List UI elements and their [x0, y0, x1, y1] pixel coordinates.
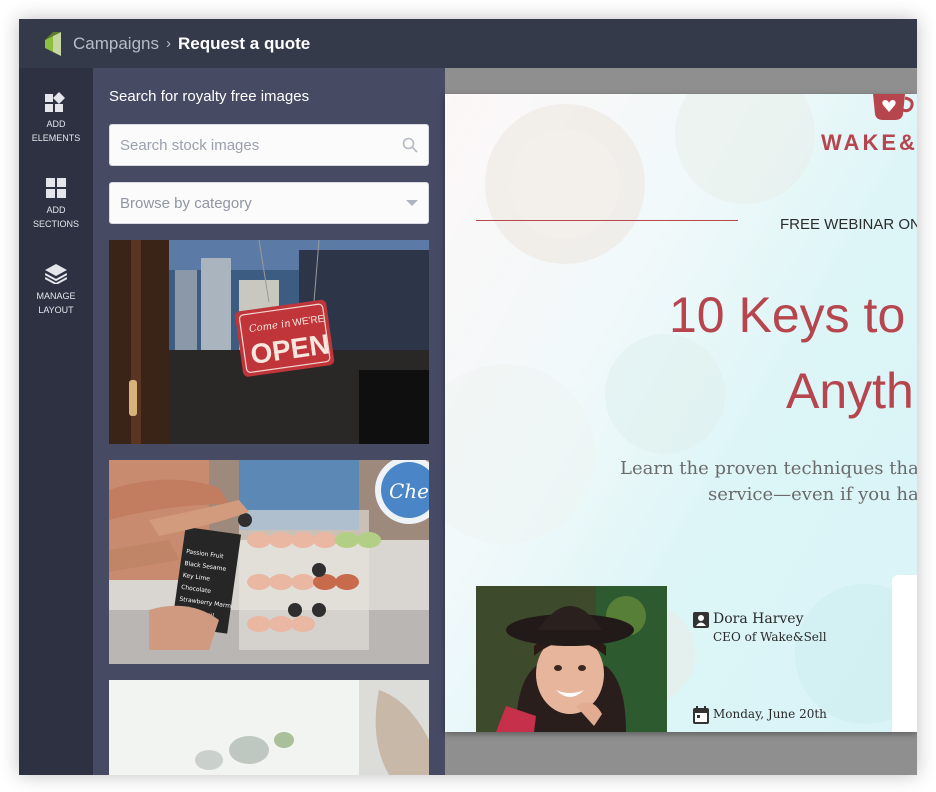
webinar-eyebrow: FREE WEBINAR ON	[780, 216, 917, 233]
layers-icon	[45, 264, 67, 284]
headline-line-1: 10 Keys to	[669, 287, 906, 343]
svg-text:Che: Che	[389, 479, 429, 503]
manage-layout-button[interactable]: MANAGE LAYOUT	[19, 264, 93, 317]
breadcrumb-campaigns-link[interactable]: Campaigns	[73, 34, 159, 54]
top-bar: Campaigns › Request a quote	[19, 19, 917, 68]
add-sections-label: ADD SECTIONS	[32, 205, 79, 229]
category-select-label: Browse by category	[120, 194, 252, 212]
divider-line	[476, 220, 738, 221]
brand-name: WAKE&SELL	[821, 130, 917, 155]
app-window: Campaigns › Request a quote ADD ELEMENTS…	[19, 19, 917, 775]
speaker-title: CEO of Wake&Sell	[713, 630, 827, 644]
add-elements-label: ADD ELEMENTS	[31, 119, 81, 143]
stock-search-input[interactable]	[120, 136, 390, 154]
stock-image-macarons[interactable]: Che Passion Fruit Black Sesame Key Lime	[109, 460, 429, 664]
add-sections-icon	[46, 178, 66, 198]
category-select[interactable]: Browse by category	[109, 182, 429, 224]
add-sections-button[interactable]: ADD SECTIONS	[19, 178, 93, 231]
speaker-photo	[476, 586, 667, 732]
stock-images-panel: Search for royalty free images Browse by…	[93, 68, 445, 775]
stock-image-open-sign[interactable]: Come in WE'RE OPEN	[109, 240, 429, 444]
brand-cup-icon	[873, 94, 914, 120]
panel-title: Search for royalty free images	[109, 88, 310, 105]
add-elements-button[interactable]: ADD ELEMENTS	[19, 92, 93, 145]
macarons-stand-photo: Che Passion Fruit Black Sesame Key Lime	[109, 460, 429, 664]
manage-layout-label: MANAGE LAYOUT	[36, 291, 76, 315]
webinar-date: Monday, June 20th	[713, 707, 827, 721]
headline-line-2: Anyth	[786, 363, 914, 419]
person-icon	[693, 612, 709, 628]
landing-page-preview[interactable]: WAKE&SELL FREE WEBINAR ON 10 Keys to Any…	[445, 94, 917, 732]
stock-search-box[interactable]	[109, 124, 429, 166]
open-sign-photo: Come in WE'RE OPEN	[109, 240, 429, 444]
editor-canvas: WAKE&SELL FREE WEBINAR ON 10 Keys to Any…	[445, 68, 917, 775]
cafe-table-photo	[109, 680, 429, 775]
add-elements-icon	[45, 92, 65, 112]
stock-image-cafe[interactable]	[109, 680, 429, 775]
signup-form-card[interactable]	[892, 575, 917, 732]
app-logo-icon[interactable]	[45, 31, 61, 56]
search-icon[interactable]	[402, 137, 418, 153]
breadcrumb-separator: ›	[166, 35, 171, 52]
lead-text-line-2: service—even if you have	[708, 484, 917, 505]
chevron-down-icon	[406, 200, 418, 206]
lead-text-line-1: Learn the proven techniques that wi	[620, 458, 917, 479]
tool-rail: ADD ELEMENTS ADD SECTIONS MANAGE LAYOUT	[19, 68, 93, 775]
page-title: Request a quote	[178, 33, 311, 53]
speaker-name: Dora Harvey	[713, 611, 804, 627]
calendar-icon	[693, 706, 709, 724]
